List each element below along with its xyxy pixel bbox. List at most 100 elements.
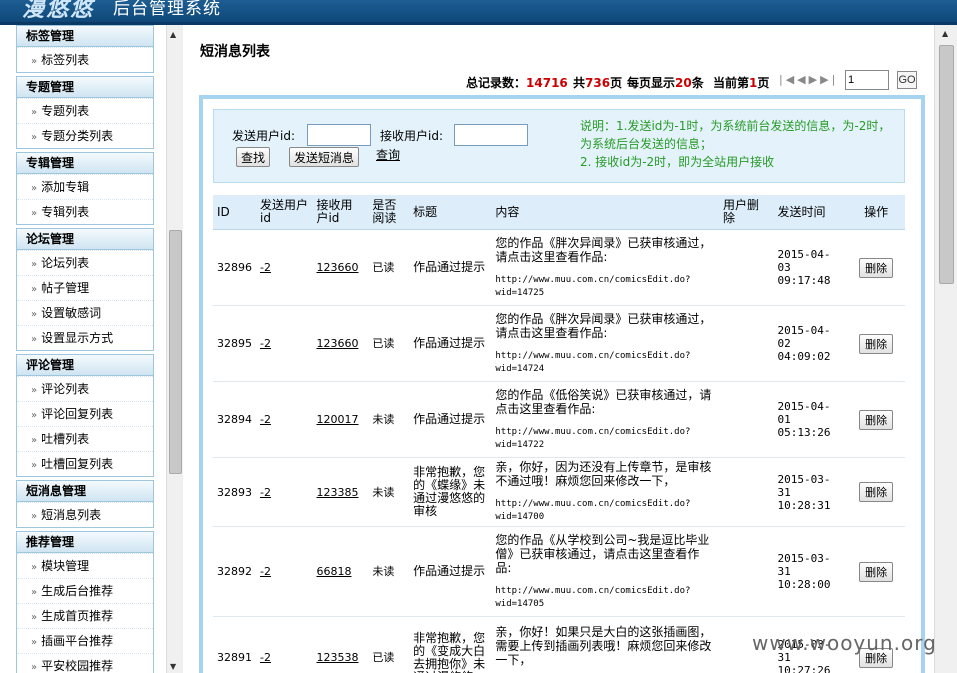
delete-button[interactable]: 删除 (859, 561, 894, 582)
search-button[interactable]: 查找 (236, 147, 271, 167)
go-button[interactable]: GO (897, 71, 917, 89)
cell-sender[interactable]: -2 (256, 229, 313, 306)
sender-id-input[interactable] (307, 124, 371, 146)
receiver-link[interactable]: 123538 (316, 651, 358, 664)
main-scrollbar[interactable]: ▲ (934, 25, 957, 673)
sidebar-group-title[interactable]: 标签管理 (17, 26, 153, 47)
sidebar-item-label: 平安校园推荐 (41, 659, 114, 673)
sidebar-item[interactable]: » 论坛列表 (17, 250, 153, 275)
cell-receiver[interactable]: 120017 (312, 381, 369, 458)
send-message-button[interactable]: 发送短消息 (289, 147, 360, 167)
sender-link[interactable]: -2 (260, 565, 271, 578)
table-row: 32896 -2 123660 已读 作品通过提示 您的作品《胖次异闻录》已获审核通过，请… (213, 229, 905, 306)
receiver-link[interactable]: 120017 (316, 413, 358, 426)
content-text: 亲，你好，因为还没有上传章节，是审核不通过哦！麻烦您回来修改一下， (495, 460, 712, 488)
receiver-id-label: 接收用户id: (380, 129, 443, 143)
page-number-input[interactable] (845, 70, 889, 90)
sidebar-item[interactable]: » 添加专辑 (17, 174, 153, 199)
delete-button[interactable]: 删除 (859, 409, 894, 430)
last-page-icon[interactable]: ▶| (820, 73, 838, 86)
content-text: 您的作品《从学校到公司~我是逗比毕业僧》已获审核通过，请点击这里查看作品: (495, 532, 710, 575)
cell-receiver[interactable]: 123538 (312, 616, 369, 673)
sidebar-item-label: 生成首页推荐 (41, 609, 114, 623)
sidebar-scrollbar[interactable]: ▲ ▼ (166, 25, 183, 673)
cell-user-deleted (719, 526, 774, 617)
sidebar-item[interactable]: » 评论列表 (17, 376, 153, 401)
delete-button[interactable]: 删除 (859, 333, 894, 354)
next-page-icon[interactable]: ▶ (809, 73, 820, 86)
sidebar-item[interactable]: » 专题分类列表 (17, 123, 153, 148)
sidebar-item[interactable]: » 专题列表 (17, 98, 153, 123)
receiver-link[interactable]: 123660 (316, 261, 358, 274)
table-row: 32894 -2 120017 未读 作品通过提示 您的作品《低俗笑说》已获审核通过，请点… (213, 381, 905, 458)
cell-read: 未读 (368, 457, 410, 527)
receiver-link[interactable]: 66818 (316, 565, 351, 578)
cell-sender[interactable]: -2 (256, 616, 313, 673)
notes: 说明：1.发送id为-1时，为系统前台发送的信息，为-2时，为系统后台发送的信息… (580, 117, 900, 171)
sender-link[interactable]: -2 (260, 337, 271, 350)
double-arrow-icon: » (31, 56, 38, 67)
cell-receiver[interactable]: 123660 (312, 229, 369, 306)
double-arrow-icon: » (31, 284, 38, 295)
delete-button[interactable]: 删除 (859, 257, 894, 278)
top-header: 漫悠悠 后台管理系统 (0, 0, 957, 25)
receiver-link[interactable]: 123660 (316, 337, 358, 350)
sidebar-item[interactable]: » 专辑列表 (17, 199, 153, 224)
cell-send-time: 2015-04-03 09:17:48 (773, 229, 848, 306)
sidebar-item[interactable]: » 插画平台推荐 (17, 628, 153, 653)
prev-page-icon[interactable]: ◀ (797, 73, 808, 86)
sidebar-item[interactable]: » 短消息列表 (17, 502, 153, 527)
sidebar-item[interactable]: » 帖子管理 (17, 275, 153, 300)
total-records: 总记录数：14716 (466, 76, 568, 90)
cell-content: 亲，你好！如果只是大白的这张插画图，需要上传到插画列表哦！麻烦您回来修改一下，h… (491, 616, 719, 673)
sidebar-group-title[interactable]: 推荐管理 (17, 532, 153, 553)
double-arrow-icon: » (31, 183, 38, 194)
sender-link[interactable]: -2 (260, 413, 271, 426)
sidebar-item[interactable]: » 吐槽列表 (17, 426, 153, 451)
sidebar-item[interactable]: » 设置显示方式 (17, 325, 153, 350)
cell-sender[interactable]: -2 (256, 381, 313, 458)
query-link[interactable]: 查询 (376, 146, 400, 163)
col-receiver: 接收用户id (312, 195, 369, 230)
sidebar-item[interactable]: » 生成首页推荐 (17, 603, 153, 628)
cell-send-time: 2015-04-02 04:09:02 (773, 305, 848, 382)
cell-sender[interactable]: -2 (256, 526, 313, 617)
sender-link[interactable]: -2 (260, 261, 271, 274)
sidebar-group-title[interactable]: 专题管理 (17, 77, 153, 98)
delete-button[interactable]: 删除 (859, 482, 894, 502)
sidebar-item[interactable]: » 吐槽回复列表 (17, 451, 153, 476)
sidebar-item[interactable]: » 标签列表 (17, 47, 153, 72)
sidebar-group-title[interactable]: 专辑管理 (17, 153, 153, 174)
sidebar-item[interactable]: » 平安校园推荐 (17, 653, 153, 673)
cell-id: 32892 (213, 526, 256, 617)
sidebar-scroll-thumb[interactable] (169, 230, 182, 474)
content-text: 您的作品《胖次异闻录》已获审核通过，请点击这里查看作品: (495, 235, 712, 264)
first-page-icon[interactable]: |◀ (779, 73, 797, 86)
cell-sender[interactable]: -2 (256, 305, 313, 382)
sidebar-item[interactable]: » 模块管理 (17, 553, 153, 578)
sidebar-group-title[interactable]: 短消息管理 (17, 481, 153, 502)
cell-sender[interactable]: -2 (256, 457, 313, 527)
scroll-up-arrow-icon[interactable]: ▲ (170, 30, 176, 39)
sidebar-group-title[interactable]: 论坛管理 (17, 229, 153, 250)
sidebar-item[interactable]: » 生成后台推荐 (17, 578, 153, 603)
sidebar-group-title[interactable]: 评论管理 (17, 355, 153, 376)
sidebar-item-label: 评论回复列表 (41, 407, 114, 421)
receiver-id-input[interactable] (454, 124, 528, 146)
scroll-up-arrow-icon[interactable]: ▲ (942, 29, 948, 38)
sender-link[interactable]: -2 (260, 486, 271, 499)
receiver-link[interactable]: 123385 (316, 486, 358, 499)
main-scroll-thumb[interactable] (939, 45, 954, 284)
scroll-down-arrow-icon[interactable]: ▼ (170, 662, 176, 671)
cell-receiver[interactable]: 123385 (312, 457, 369, 527)
sidebar-item[interactable]: » 评论回复列表 (17, 401, 153, 426)
sidebar-item[interactable]: » 设置敏感词 (17, 300, 153, 325)
cell-receiver[interactable]: 66818 (312, 526, 369, 617)
col-action: 操作 (847, 195, 905, 230)
cell-id: 32893 (213, 457, 256, 527)
cell-read: 已读 (368, 229, 410, 306)
sidebar-item-label: 生成后台推荐 (41, 584, 114, 598)
cell-content: 您的作品《胖次异闻录》已获审核通过，请点击这里查看作品: http://www.m… (491, 305, 719, 382)
sender-link[interactable]: -2 (260, 651, 271, 664)
cell-receiver[interactable]: 123660 (312, 305, 369, 382)
